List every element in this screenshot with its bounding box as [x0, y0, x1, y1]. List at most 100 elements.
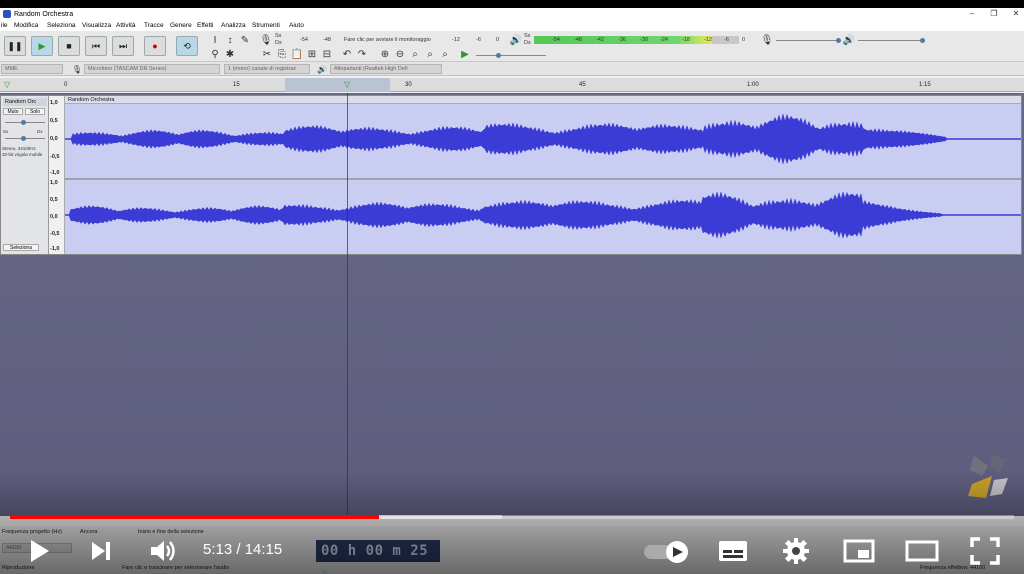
menu-seleziona[interactable]: Seleziona	[47, 22, 76, 29]
skip-end-button[interactable]: ⏭	[112, 36, 134, 56]
menu-tracce[interactable]: Tracce	[144, 22, 164, 29]
minimize-button[interactable]: –	[960, 9, 984, 20]
pan-right-label: Dx	[37, 129, 43, 134]
menu-visualizza[interactable]: Visualizza	[82, 22, 111, 29]
silence-icon[interactable]: ⊟	[320, 47, 334, 61]
playback-volume-icon: 🔊	[842, 34, 856, 46]
play-meter-tick: -42	[596, 37, 604, 43]
menu-modifica[interactable]: Modifica	[14, 22, 38, 29]
zoom-fit-icon[interactable]: ⌕	[423, 47, 437, 61]
volume-icon[interactable]	[148, 537, 178, 565]
menu-file[interactable]: ile	[1, 22, 8, 29]
theater-mode-icon[interactable]	[904, 538, 940, 564]
waveform-area[interactable]: Random Orchestra	[65, 96, 1021, 254]
menu-strumenti[interactable]: Strumenti	[252, 22, 280, 29]
trim-icon[interactable]: ⊞	[305, 47, 319, 61]
zoom-out-icon[interactable]: ⊖	[393, 47, 407, 61]
play-meter-l-label: Sx	[524, 33, 531, 39]
menu-genere[interactable]: Genere	[170, 22, 192, 29]
next-icon[interactable]	[88, 538, 114, 564]
track-name-menu[interactable]: Random Orc	[3, 98, 47, 106]
play-icon[interactable]	[26, 538, 52, 564]
subtitles-icon[interactable]	[716, 538, 750, 564]
time-display[interactable]: 00 h 00 m 25 s	[316, 540, 440, 574]
menu-effetti[interactable]: Effetti	[197, 22, 214, 29]
play-region-icon: ▽	[4, 80, 11, 89]
envelope-tool-icon[interactable]: ↕	[223, 33, 237, 47]
channels-select[interactable]: 1 (mono) canale di registraz	[224, 64, 310, 74]
status-hint: Fare clic e trascinare per selezionare l…	[122, 565, 230, 571]
settings-gear-icon[interactable]	[780, 536, 812, 566]
gain-knob[interactable]	[21, 120, 26, 125]
playback-time: 5:13 / 14:15	[203, 541, 283, 558]
cut-icon[interactable]: ✂	[260, 47, 274, 61]
playback-volume-knob[interactable]	[920, 38, 925, 43]
paste-icon[interactable]: 📋	[290, 47, 304, 61]
monitor-hint[interactable]: Fare clic per avviare il monitoraggio	[344, 37, 431, 43]
audio-host-select[interactable]: MME	[1, 64, 63, 74]
clip-name[interactable]: Random Orchestra	[65, 96, 1021, 104]
play-meter-tick: -54	[552, 37, 560, 43]
play-meter-tick: -30	[640, 37, 648, 43]
ruler-tick-label: 15	[233, 82, 240, 88]
rec-meter-tick: 0	[496, 37, 500, 43]
restore-button[interactable]: ❐	[982, 9, 1006, 20]
play-speed-knob[interactable]	[496, 53, 501, 58]
undo-icon[interactable]: ↶	[340, 47, 354, 61]
device-toolbar: MME 🎙 Microfono (TASCAM DR Series) 1 (mo…	[0, 62, 1024, 76]
title-bar: Random Orchestra – ❐ ✕	[0, 8, 1024, 21]
play-meter-tick: -6	[724, 37, 729, 43]
letterbox-top	[0, 0, 1024, 8]
playback-device-select[interactable]: Altoparlanti (Realtek High Defi	[330, 64, 442, 74]
close-button[interactable]: ✕	[1004, 9, 1024, 20]
recording-device-select[interactable]: Microfono (TASCAM DR Series)	[84, 64, 220, 74]
record-volume-slider[interactable]	[776, 40, 838, 41]
zoom-toggle-icon[interactable]: ⌕	[438, 47, 452, 61]
select-track-button[interactable]: Seleziona	[3, 244, 39, 251]
play-meter-r-label: Dx	[524, 40, 531, 46]
skip-end-icon: ⏭	[118, 40, 128, 51]
play-meter-tick: -18	[682, 37, 690, 43]
skip-start-icon: ⏮	[91, 40, 101, 51]
pan-knob[interactable]	[21, 136, 26, 141]
zoom-selection-icon[interactable]: ⌕	[408, 47, 422, 61]
zoom-tool-icon[interactable]: ⚲	[208, 47, 222, 61]
record-button[interactable]: ●	[144, 36, 166, 56]
fullscreen-icon[interactable]	[968, 536, 1002, 566]
pause-button[interactable]: ❚❚	[4, 36, 26, 56]
solo-button[interactable]: Solo	[25, 108, 45, 115]
draw-tool-icon[interactable]: ✎	[238, 33, 252, 47]
y-tick-label: 0,0	[50, 136, 58, 142]
redo-icon[interactable]: ↷	[355, 47, 369, 61]
zoom-in-icon[interactable]: ⊕	[378, 47, 392, 61]
ruler-tick-label: 0	[64, 82, 68, 88]
skip-start-button[interactable]: ⏮	[85, 36, 107, 56]
meter-r-label: Dx	[275, 40, 282, 46]
play-speed-slider[interactable]	[476, 55, 546, 56]
y-tick-label: -0,5	[50, 231, 60, 237]
loop-button[interactable]: ⟲	[176, 36, 198, 56]
playback-volume-slider[interactable]	[858, 40, 922, 41]
miniplayer-icon[interactable]	[842, 538, 876, 564]
copy-icon[interactable]: ⎘	[275, 47, 289, 61]
menu-aiuto[interactable]: Aiuto	[289, 22, 304, 29]
ruler-tick-label: 45	[579, 82, 586, 88]
record-volume-knob[interactable]	[836, 38, 841, 43]
ruler-tick-label: 1:00	[747, 82, 759, 88]
stop-icon: ■	[66, 41, 72, 51]
rec-meter-tick: -6	[476, 37, 481, 43]
play-button[interactable]: ▶	[31, 36, 53, 56]
selection-tool-icon[interactable]: I	[208, 33, 222, 47]
stop-button[interactable]: ■	[58, 36, 80, 56]
menu-analizza[interactable]: Analizza	[221, 22, 246, 29]
progress-bar[interactable]	[10, 515, 1014, 519]
multi-tool-icon[interactable]: ✱	[223, 47, 237, 61]
amplitude-axis: 1,0 0,5 0,0 -0,5 -1,0 1,0 0,5 0,0 -0,5 -…	[49, 96, 65, 254]
channel-logo-icon	[968, 454, 1008, 498]
play-at-speed-icon[interactable]: ▶	[458, 47, 472, 61]
autoplay-toggle[interactable]	[642, 540, 690, 564]
progress-played	[10, 515, 380, 519]
menu-attivita[interactable]: Attività	[116, 22, 136, 29]
timeline-ruler[interactable]: ▽ ▽ 0 15 30 45 1:00 1:15	[0, 78, 1024, 92]
mute-button[interactable]: Muto	[3, 108, 23, 115]
